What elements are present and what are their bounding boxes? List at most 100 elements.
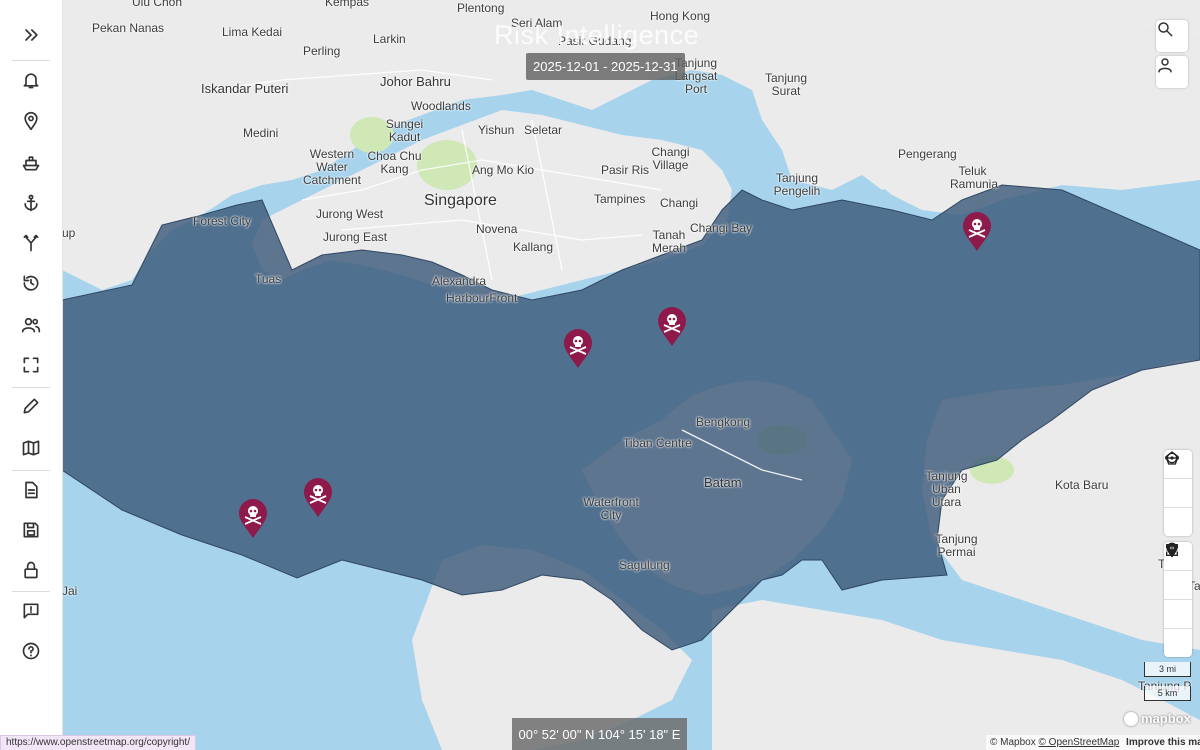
- map-label: HarbourFront: [446, 291, 518, 305]
- double-chevron-right-icon: [25, 29, 38, 41]
- polygon-button[interactable]: [1164, 451, 1192, 508]
- feedback-icon: [23, 603, 39, 619]
- mapbox-attribution[interactable]: © Mapbox: [990, 737, 1036, 748]
- date-range-badge[interactable]: 2025-12-01 - 2025-12-31: [526, 53, 685, 80]
- sidebar-item-fullscreen[interactable]: [11, 347, 51, 383]
- map-label: Johor Bahru: [380, 74, 451, 89]
- map-label: Tampines: [594, 192, 646, 206]
- save-icon: [23, 522, 39, 538]
- map-graphics: [62, 0, 1200, 750]
- map-label: Waterfront City: [583, 495, 639, 522]
- map-label: Changi Village: [651, 145, 690, 172]
- sidebar-item-help[interactable]: [11, 633, 51, 669]
- map-label: Pekan Nanas: [92, 21, 165, 35]
- map-label: Singapore: [424, 192, 497, 209]
- app-title-overlay: Risk Intelligence: [494, 20, 700, 50]
- map-label: Alexandra: [432, 274, 487, 288]
- skull-crossbones-icon: [239, 499, 267, 538]
- piracy-incident-pin[interactable]: [563, 329, 593, 369]
- sidebar-item-routes[interactable]: [11, 225, 51, 261]
- piracy-incident-pin[interactable]: [962, 212, 992, 252]
- sidebar-item-lock[interactable]: [11, 552, 51, 588]
- account-button[interactable]: [1156, 56, 1188, 88]
- map-label: Larkin: [373, 32, 406, 46]
- map-label: Tanjung Uban Utara: [925, 469, 968, 509]
- sidebar-divider: [12, 591, 50, 592]
- mapbox-logo[interactable]: mapbox: [1124, 711, 1191, 726]
- osm-attribution-link[interactable]: © OpenStreetMap: [1039, 737, 1120, 748]
- circle-button[interactable]: [1164, 452, 1192, 536]
- map-label: Lima Kedai: [222, 25, 283, 39]
- map-label: Pasir Ris: [601, 163, 650, 177]
- sidebar-divider: [12, 60, 50, 61]
- piracy-incident-pin[interactable]: [657, 307, 687, 347]
- map-label: Ang Mo Kio: [472, 163, 535, 177]
- zoom-out-button[interactable]: [1164, 549, 1192, 657]
- sidebar-item-ports[interactable]: [11, 185, 51, 221]
- map-label: Kota Baru: [1055, 478, 1109, 492]
- skull-crossbones-icon: [304, 478, 332, 517]
- map-label: Perling: [303, 44, 341, 58]
- map-label: Sagulung: [619, 558, 670, 572]
- map-canvas[interactable]: Ulu Choh Kempas Pekan Nanas Lima Kedai P…: [62, 0, 1200, 750]
- map-label: Iskandar Puteri: [201, 81, 289, 96]
- map-label: Batam: [704, 475, 742, 490]
- sidebar-item-locations[interactable]: [11, 103, 51, 139]
- skull-crossbones-icon: [658, 307, 686, 346]
- map-app: Ulu Choh Kempas Pekan Nanas Lima Kedai P…: [0, 0, 1200, 750]
- status-bar-url: https://www.openstreetmap.org/copyright/: [0, 735, 196, 750]
- sidebar-item-vessels[interactable]: [11, 145, 51, 181]
- map-pin-icon: [24, 111, 38, 131]
- sidebar-item-users[interactable]: [11, 307, 51, 343]
- cursor-coordinates: 00° 52' 00" N 104° 15' 18" E: [512, 718, 687, 750]
- map-label: Tanah Merah: [651, 228, 686, 255]
- history-icon: [23, 275, 39, 291]
- map-label: Tanjung Permai: [935, 532, 978, 559]
- map-label: Western Water Catchment: [302, 147, 362, 187]
- sidebar-item-feedback[interactable]: [11, 593, 51, 629]
- map-label: Sungei Kadut: [385, 117, 424, 144]
- sidebar-item-reports[interactable]: [11, 472, 51, 508]
- map-label: Seletar: [524, 123, 563, 137]
- map-label: Yishun: [478, 123, 515, 137]
- sidebar-item-expand[interactable]: [11, 17, 51, 53]
- fit-bounds-button[interactable]: [1164, 544, 1192, 600]
- map-label: Forest City: [193, 214, 252, 228]
- map-label: Ulu Choh: [132, 0, 183, 9]
- search-button[interactable]: [1156, 20, 1188, 52]
- sidebar: [0, 0, 63, 750]
- sidebar-item-save[interactable]: [11, 512, 51, 548]
- scale-imperial: 3 mi: [1144, 662, 1191, 677]
- route-icon: [23, 234, 39, 252]
- sidebar-item-map[interactable]: [11, 430, 51, 466]
- piracy-incident-pin[interactable]: [238, 499, 268, 539]
- mapbox-logo-icon: [1124, 711, 1138, 726]
- help-icon: [22, 642, 40, 660]
- zoom-in-button[interactable]: [1164, 544, 1192, 629]
- map-label: Kempas: [325, 0, 370, 9]
- sidebar-item-draw[interactable]: [11, 388, 51, 424]
- map-label: Choa Chu Kang: [367, 149, 422, 176]
- sidebar-item-history[interactable]: [11, 265, 51, 301]
- map-label: Bengkong: [696, 415, 751, 429]
- map-label: Medini: [243, 126, 279, 140]
- map-label: Tiban Centre: [623, 436, 692, 450]
- map-label: Kallang: [513, 240, 554, 254]
- navigation-controls: [1164, 542, 1192, 657]
- map-label: Woodlands: [411, 99, 471, 113]
- draw-controls: [1164, 450, 1192, 536]
- improve-map-link[interactable]: Improve this map: [1126, 737, 1200, 748]
- map-label: up: [62, 226, 76, 240]
- map-label: Plentong: [457, 1, 505, 15]
- lock-icon: [24, 561, 38, 579]
- skull-crossbones-icon: [564, 329, 592, 368]
- map-icon: [22, 440, 40, 456]
- pencil-icon: [23, 398, 39, 414]
- scale-metric: 5 km: [1144, 686, 1191, 701]
- minus-icon: [1166, 549, 1178, 551]
- sidebar-item-alerts[interactable]: [11, 62, 51, 98]
- map-label: Jurong East: [323, 230, 388, 244]
- circle-icon: [1166, 452, 1178, 464]
- map-label: Novena: [476, 222, 518, 236]
- piracy-incident-pin[interactable]: [303, 478, 333, 518]
